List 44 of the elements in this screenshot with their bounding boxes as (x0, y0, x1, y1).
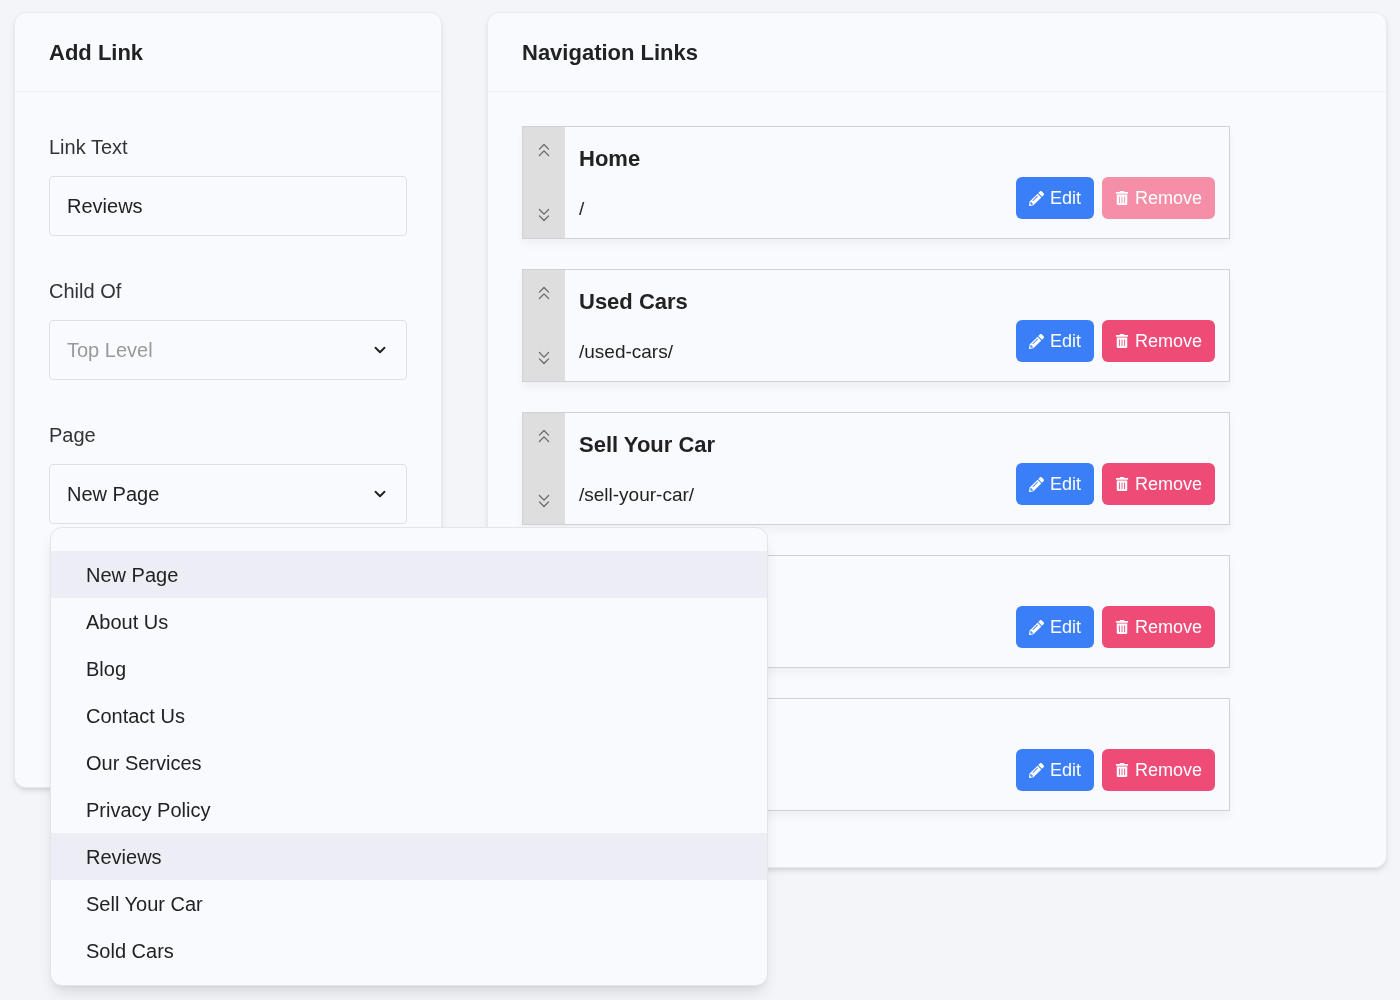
dropdown-option[interactable]: About Us (51, 598, 767, 645)
pencil-icon (1028, 190, 1044, 206)
reorder-handle[interactable] (523, 270, 565, 381)
remove-button[interactable]: Remove (1101, 320, 1215, 362)
link-title: Home (579, 144, 642, 173)
edit-button[interactable]: Edit (1015, 463, 1094, 505)
dropdown-option[interactable]: Blog (51, 645, 767, 692)
pencil-icon (1028, 333, 1044, 349)
trash-icon (1114, 763, 1129, 777)
trash-icon (1114, 334, 1129, 348)
link-url: / (579, 196, 586, 221)
dropdown-option[interactable]: Contact Us (51, 692, 767, 739)
pencil-icon (1028, 476, 1044, 492)
dropdown-option[interactable]: New Page (51, 551, 767, 598)
dropdown-option[interactable]: Reviews (51, 833, 767, 880)
reorder-handle[interactable] (523, 413, 565, 524)
edit-button[interactable]: Edit (1015, 749, 1094, 791)
edit-button[interactable]: Edit (1015, 320, 1094, 362)
pencil-icon (1028, 619, 1044, 635)
trash-icon (1114, 620, 1129, 634)
dropdown-option[interactable]: Sell Your Car (51, 880, 767, 927)
select-field[interactable]: New Page (49, 464, 407, 524)
field-label: Link Text (49, 135, 129, 160)
trash-icon (1114, 477, 1129, 491)
link-title: Used Cars (579, 287, 689, 316)
dropdown-option[interactable]: Privacy Policy (51, 786, 767, 833)
card-title: Navigation Links (522, 38, 699, 67)
field-label: Page (49, 423, 97, 448)
remove-button[interactable]: Remove (1101, 606, 1215, 648)
card-title: Add Link (49, 38, 144, 67)
edit-button[interactable]: Edit (1015, 606, 1094, 648)
pencil-icon (1028, 762, 1044, 778)
remove-button[interactable]: Remove (1101, 749, 1215, 791)
dropdown-option[interactable]: Sold Cars (51, 927, 767, 974)
link-title: Sell Your Car (579, 430, 717, 459)
text-field[interactable]: Reviews (49, 176, 407, 236)
link-url: /sell-your-car/ (579, 482, 696, 507)
field-label: Child Of (49, 279, 123, 304)
trash-icon (1114, 191, 1129, 205)
dropdown-option[interactable]: Our Services (51, 739, 767, 786)
remove-button[interactable]: Remove (1101, 463, 1215, 505)
reorder-handle[interactable] (523, 127, 565, 238)
edit-button[interactable]: Edit (1015, 177, 1094, 219)
link-url: /used-cars/ (579, 339, 674, 364)
